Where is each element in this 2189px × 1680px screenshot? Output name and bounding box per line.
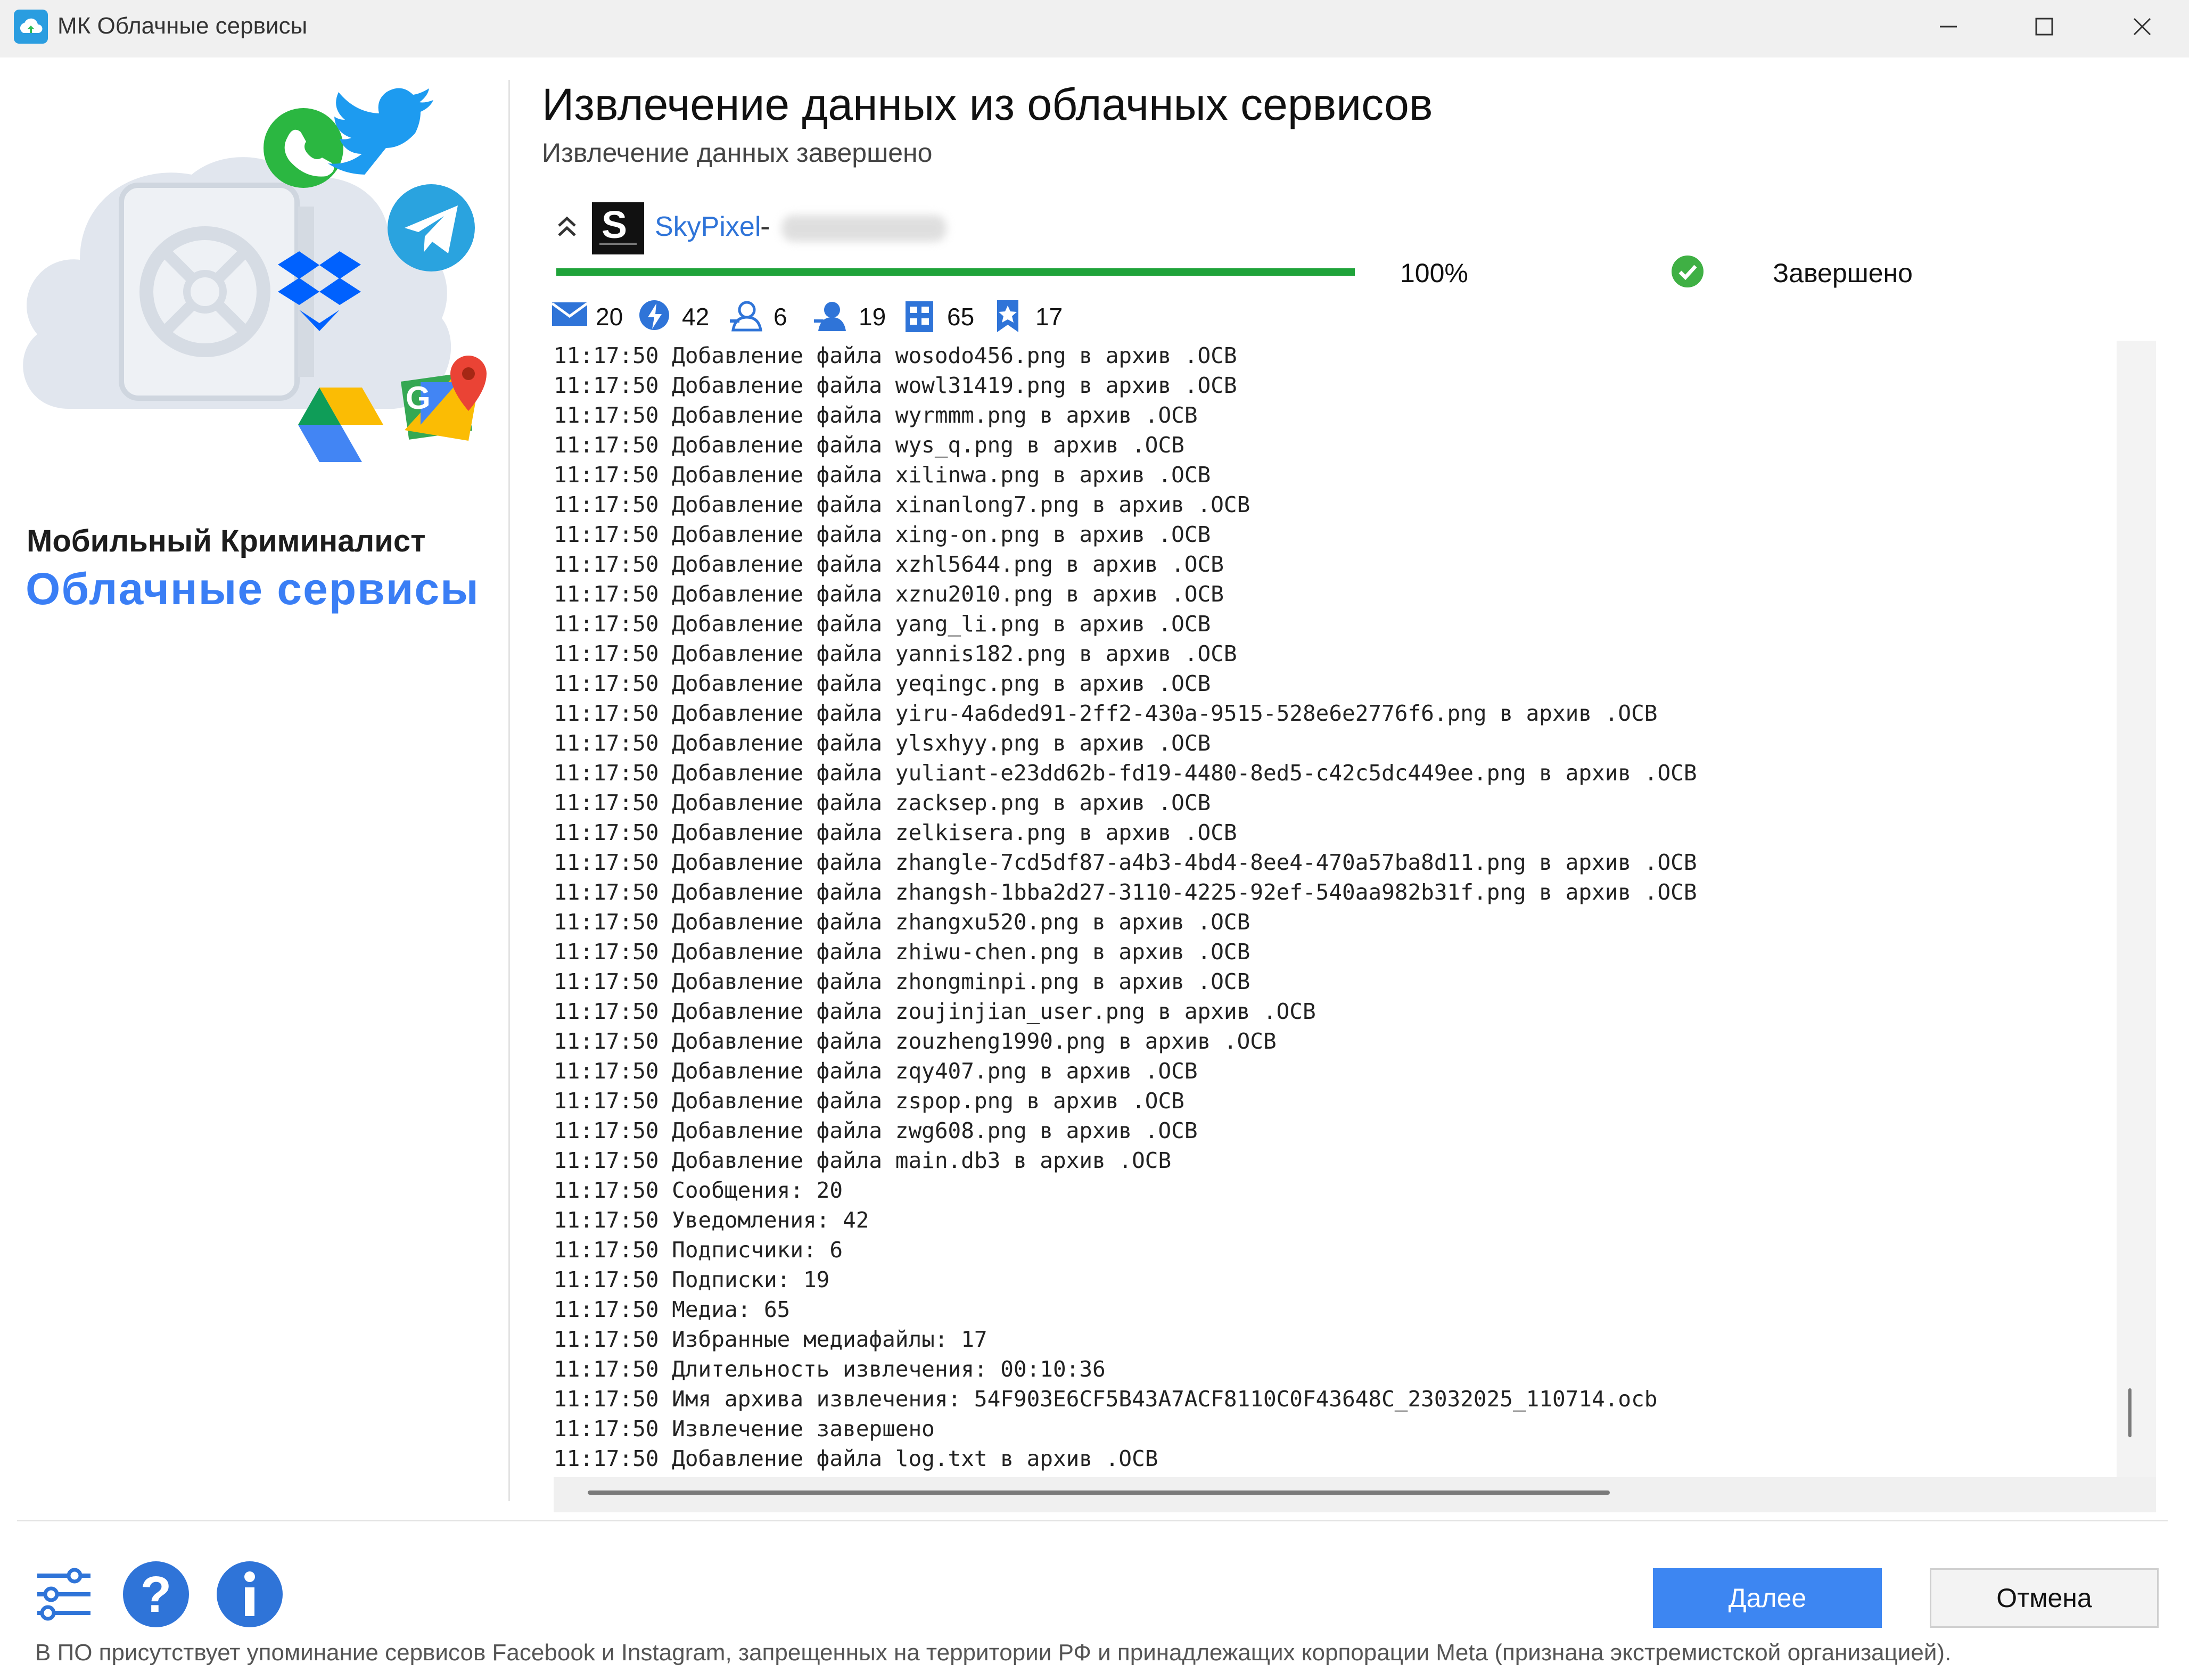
svg-text:G: G [406, 380, 431, 416]
left-panel: G Мобильный Криминалист Облачные сервисы [0, 57, 508, 1500]
log-line: 11:17:50 Добавление файла wowl31419.png … [554, 373, 1237, 398]
help-icon[interactable]: ? [121, 1560, 191, 1629]
log-horizontal-scroll-thumb[interactable] [588, 1490, 1610, 1495]
log-line: 11:17:50 Добавление файла zhiwu-chen.png… [554, 939, 1250, 965]
log-line: 11:17:50 Добавление файла wyrmmm.png в а… [554, 402, 1198, 428]
log-line: 11:17:50 Добавление файла yeqingc.png в … [554, 671, 1211, 696]
log-horizontal-scrollbar[interactable] [554, 1477, 2156, 1512]
log-line: 11:17:50 Подписчики: 6 [554, 1237, 843, 1263]
log-vertical-scrollbar[interactable] [2117, 341, 2156, 1477]
twitter-icon [328, 88, 433, 175]
log-line: 11:17:50 Добавление файла zqy407.png в а… [554, 1058, 1198, 1084]
source-name-link[interactable]: SkyPixel [655, 211, 761, 243]
cloud-services-illustration: G [23, 88, 487, 462]
svg-text:?: ? [141, 1566, 172, 1623]
log-vertical-scroll-thumb[interactable] [2128, 1388, 2132, 1437]
progress-fill [556, 268, 1355, 276]
page-title: Извлечение данных из облачных сервисов [542, 79, 1433, 129]
log-line: 11:17:50 Избранные медиафайлы: 17 [554, 1327, 987, 1352]
settings-sliders-icon[interactable] [32, 1560, 101, 1629]
log-line: 11:17:50 Добавление файла xinanlong7.png… [554, 492, 1250, 517]
log-line: 11:17:50 Добавление файла zhangle-7cd5df… [554, 850, 1697, 875]
maximize-button[interactable] [2012, 7, 2076, 45]
stats-row: 20 42 6 19 65 17 [551, 296, 1190, 333]
log-line: 11:17:50 Добавление файла zouzheng1990.p… [554, 1028, 1277, 1054]
log-line: 11:17:50 Сообщения: 20 [554, 1177, 843, 1203]
log-line: 11:17:50 Добавление файла xznu2010.png в… [554, 581, 1224, 607]
log-line: 11:17:50 Подписки: 19 [554, 1267, 830, 1292]
log-line: 11:17:50 Добавление файла zspop.png в ар… [554, 1088, 1184, 1114]
status-text: Завершено [1773, 258, 1913, 288]
cancel-button[interactable]: Отмена [1930, 1568, 2159, 1628]
legal-notice: В ПО присутствует упоминание сервисов Fa… [35, 1640, 1952, 1666]
info-icon[interactable] [215, 1560, 284, 1629]
next-button[interactable]: Далее [1653, 1568, 1882, 1628]
log-line: 11:17:50 Добавление файла log.txt в архи… [554, 1446, 1158, 1471]
log-line: 11:17:50 Добавление файла yang_li.png в … [554, 611, 1211, 637]
whatsapp-icon [264, 108, 343, 188]
log-line: 11:17:50 Добавление файла yiru-4a6ded91-… [554, 701, 1658, 726]
progress-percent: 100% [1400, 258, 1468, 288]
log-line: 11:17:50 Имя архива извлечения: 54F903E6… [554, 1386, 1658, 1412]
window-title: МК Облачные сервисы [57, 13, 308, 39]
log-line: 11:17:50 Добавление файла zacksep.png в … [554, 790, 1211, 816]
completed-check-icon [1670, 254, 1705, 289]
collapse-chevron-icon[interactable] [554, 214, 580, 241]
log-line: 11:17:50 Добавление файла yannis182.png … [554, 641, 1237, 666]
log-line: 11:17:50 Добавление файла zhangsh-1bba2d… [554, 879, 1697, 905]
title-bar: МК Облачные сервисы [0, 0, 2189, 57]
log-line: 11:17:50 Уведомления: 42 [554, 1207, 869, 1233]
brand-subtitle: Облачные сервисы [26, 564, 480, 614]
log-line: 11:17:50 Извлечение завершено [554, 1416, 935, 1442]
app-cloud-icon [14, 10, 48, 44]
favorites-icon [997, 300, 1018, 332]
subscriptions-icon [814, 302, 846, 331]
media-icon [906, 301, 933, 332]
log-line: 11:17:50 Добавление файла yuliant-e23dd6… [554, 760, 1697, 786]
telegram-icon [388, 184, 475, 271]
minimize-button[interactable] [1916, 7, 1980, 45]
log-line: 11:17:50 Длительность извлечения: 00:10:… [554, 1356, 1106, 1382]
panel-divider [508, 80, 510, 1501]
log-line: 11:17:50 Добавление файла zwg608.png в а… [554, 1118, 1198, 1143]
log-line: 11:17:50 Добавление файла wosodo456.png … [554, 343, 1237, 368]
close-button[interactable] [2110, 7, 2174, 45]
log-line: 11:17:50 Добавление файла xing-on.png в … [554, 522, 1211, 547]
progress-bar [556, 268, 1355, 276]
log-line: 11:17:50 Добавление файла main.db3 в арх… [554, 1148, 1172, 1173]
brand-title: Мобильный Криминалист [27, 524, 426, 558]
footer-divider [17, 1520, 2168, 1521]
log-line: 11:17:50 Медиа: 65 [554, 1297, 791, 1322]
extraction-log[interactable]: 11:17:50 Добавление файла wosodo456.png … [554, 341, 2113, 1477]
log-line: 11:17:50 Добавление файла wys_q.png в ар… [554, 432, 1184, 458]
account-email-redacted [781, 215, 947, 242]
page-subtitle: Извлечение данных завершено [542, 138, 933, 168]
log-line: 11:17:50 Добавление файла zhangxu520.png… [554, 909, 1250, 935]
notification-icon [639, 300, 669, 330]
log-line: 11:17:50 Добавление файла xilinwa.png в … [554, 462, 1211, 488]
message-icon [551, 302, 588, 326]
followers-icon [730, 301, 762, 332]
log-line: 11:17:50 Добавление файла xzhl5644.png в… [554, 551, 1224, 577]
log-line: 11:17:50 Добавление файла zelkisera.png … [554, 820, 1237, 845]
log-line: 11:17:50 Добавление файла zoujinjian_use… [554, 999, 1316, 1024]
log-line: 11:17:50 Добавление файла zhongminpi.png… [554, 969, 1250, 994]
log-line: 11:17:50 Добавление файла ylsxhyy.png в … [554, 730, 1211, 756]
source-separator: - [760, 211, 770, 243]
skypixel-logo: S [592, 202, 644, 254]
